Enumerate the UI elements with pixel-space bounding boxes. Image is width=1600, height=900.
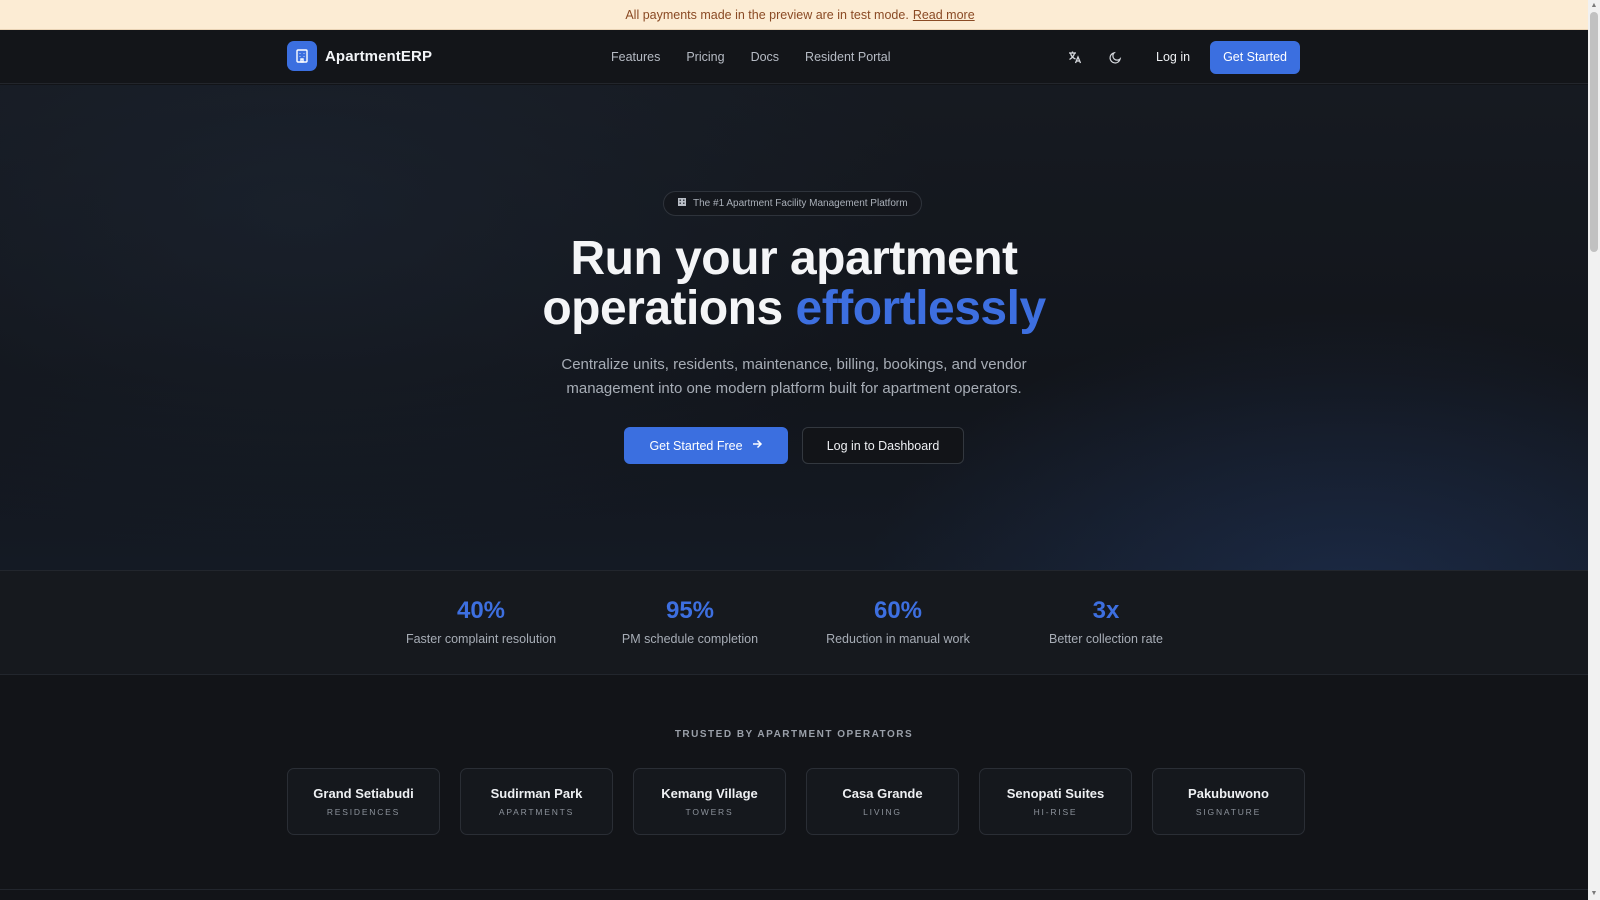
- nav-actions: Log in Get Started: [1050, 30, 1300, 84]
- get-started-free-button[interactable]: Get Started Free: [624, 427, 788, 464]
- stat-value: 60%: [873, 597, 923, 624]
- stat-label: Better collection rate: [1049, 632, 1163, 646]
- operator-subtitle: SIGNATURE: [1195, 807, 1262, 817]
- brand-name: ApartmentERP: [325, 47, 433, 65]
- top-navbar: ApartmentERP Features Pricing Docs Resid…: [0, 30, 1588, 84]
- read-more-link[interactable]: Read more: [913, 8, 975, 22]
- nav-link-resident-portal[interactable]: Resident Portal: [805, 50, 890, 64]
- hero-cta-group: Get Started Free Log in to Dashboard: [624, 427, 964, 464]
- operator-card: Casa Grande LIVING: [806, 768, 959, 835]
- operator-card: Grand Setiabudi RESIDENCES: [287, 768, 440, 835]
- operator-name: Sudirman Park: [490, 786, 583, 801]
- nav-link-docs[interactable]: Docs: [751, 50, 779, 64]
- operator-card: Pakubuwono SIGNATURE: [1152, 768, 1305, 835]
- brand-home-link[interactable]: ApartmentERP: [287, 41, 432, 71]
- test-mode-banner: All payments made in the preview are in …: [0, 0, 1600, 30]
- operator-name: Kemang Village: [661, 786, 758, 801]
- stat-label: PM schedule completion: [621, 632, 759, 646]
- operator-subtitle: LIVING: [863, 807, 902, 817]
- stat-item: 40% Faster complaint resolution: [381, 597, 581, 646]
- operator-subtitle: APARTMENTS: [498, 807, 575, 817]
- operator-logos: Grand Setiabudi RESIDENCES Sudirman Park…: [287, 768, 1305, 835]
- operator-name: Senopati Suites: [1006, 786, 1105, 801]
- stat-label: Reduction in manual work: [826, 632, 970, 646]
- get-started-button[interactable]: Get Started: [1210, 40, 1300, 74]
- stat-label: Faster complaint resolution: [405, 632, 557, 646]
- hero-title-line1: Run your apartment: [570, 232, 1018, 285]
- operator-subtitle: HI-RISE: [1033, 807, 1078, 817]
- stat-item: 95% PM schedule completion: [590, 597, 790, 646]
- hero-title-plain: operations: [542, 282, 783, 335]
- stat-item: 60% Reduction in manual work: [798, 597, 998, 646]
- trusted-title: TRUSTED BY APARTMENT OPERATORS: [674, 729, 914, 740]
- stat-value: 95%: [665, 597, 715, 624]
- arrow-right-icon: [751, 438, 763, 453]
- scroll-up-icon[interactable]: ▲: [1590, 2, 1598, 10]
- hero-title-accent: effortlessly: [795, 282, 1047, 335]
- trusted-by-section: TRUSTED BY APARTMENT OPERATORS Grand Set…: [0, 676, 1588, 890]
- moon-icon[interactable]: [1100, 42, 1130, 72]
- translate-icon[interactable]: [1060, 42, 1090, 72]
- hero-title: Run your apartment operations effortless…: [0, 234, 1588, 334]
- operator-card: Sudirman Park APARTMENTS: [460, 768, 613, 835]
- page-scrollbar[interactable]: ▲ ▼: [1588, 0, 1600, 900]
- hero-subtitle: Centralize units, residents, maintenance…: [561, 356, 1027, 397]
- operator-subtitle: RESIDENCES: [326, 807, 401, 817]
- operator-name: Casa Grande: [842, 786, 923, 801]
- hero-badge-text: The #1 Apartment Facility Management Pla…: [693, 198, 908, 209]
- login-dashboard-button[interactable]: Log in to Dashboard: [802, 427, 964, 464]
- operator-name: Pakubuwono: [1188, 786, 1269, 801]
- operator-card: Senopati Suites HI-RISE: [979, 768, 1132, 835]
- stats-section: 40% Faster complaint resolution 95% PM s…: [0, 571, 1588, 675]
- building-icon: [287, 41, 317, 71]
- operator-subtitle: TOWERS: [685, 807, 734, 817]
- stat-value: 40%: [456, 597, 506, 624]
- get-started-free-label: Get Started Free: [649, 438, 743, 453]
- banner-text: All payments made in the preview are in …: [625, 7, 909, 22]
- hero-badge: The #1 Apartment Facility Management Pla…: [663, 191, 922, 216]
- scrollbar-thumb[interactable]: [1590, 12, 1598, 252]
- stat-value: 3x: [1092, 597, 1120, 624]
- stat-item: 3x Better collection rate: [1006, 597, 1206, 646]
- operator-card: Kemang Village TOWERS: [633, 768, 786, 835]
- nav-link-pricing[interactable]: Pricing: [686, 50, 724, 64]
- nav-links: Features Pricing Docs Resident Portal: [611, 30, 891, 84]
- office-building-icon: [677, 197, 687, 210]
- nav-link-features[interactable]: Features: [611, 50, 660, 64]
- hero-section: The #1 Apartment Facility Management Pla…: [0, 85, 1588, 571]
- scroll-down-icon[interactable]: ▼: [1590, 890, 1598, 898]
- operator-name: Grand Setiabudi: [313, 786, 414, 801]
- login-link[interactable]: Log in: [1156, 50, 1190, 64]
